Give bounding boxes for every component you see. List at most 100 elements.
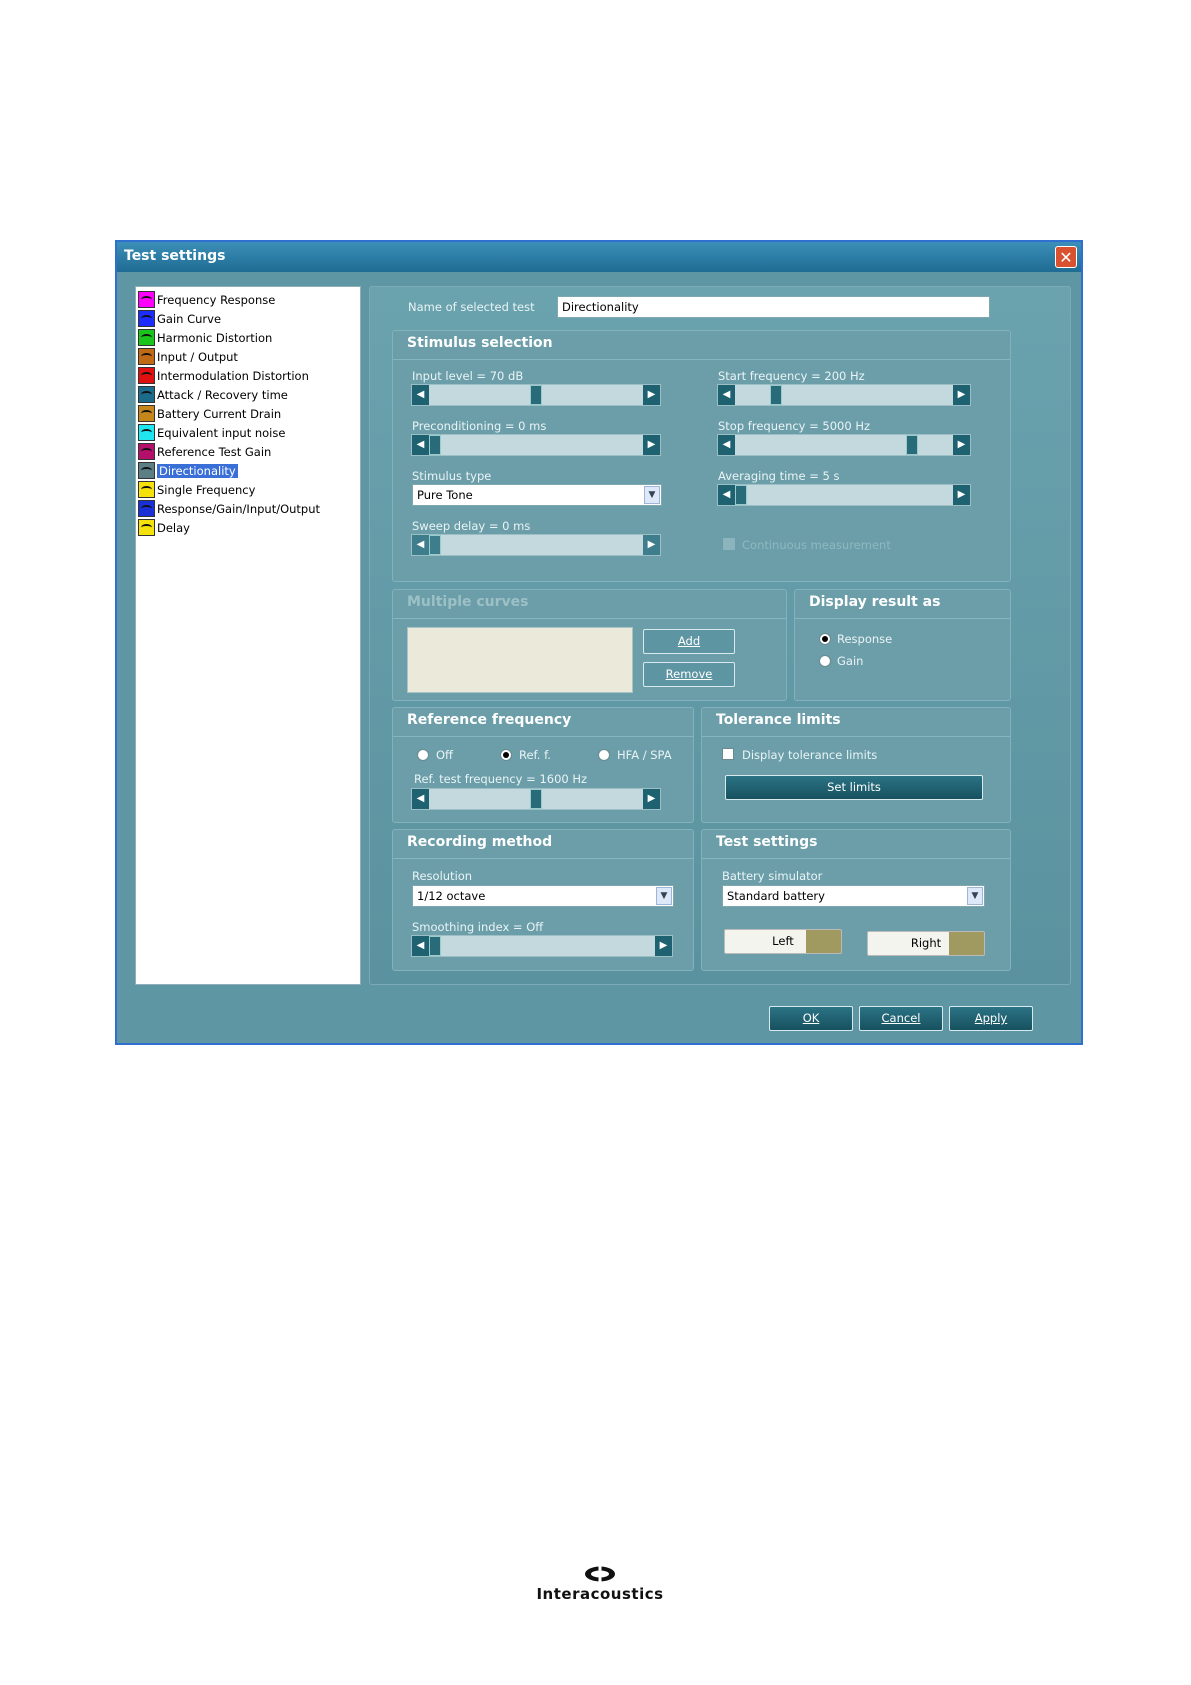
resolution-select[interactable]: 1/12 octave ▼ — [412, 885, 674, 907]
set-limits-button[interactable]: Set limits — [725, 775, 983, 800]
slider-thumb[interactable] — [905, 435, 918, 455]
right-arrow-icon[interactable]: ▶ — [953, 385, 970, 405]
test-type-icon — [138, 481, 155, 498]
slider-thumb[interactable] — [530, 385, 542, 405]
right-arrow-icon[interactable]: ▶ — [643, 385, 660, 405]
test-list-item[interactable]: Frequency Response — [138, 290, 275, 309]
test-list-item[interactable]: Gain Curve — [138, 309, 221, 328]
slider-thumb[interactable] — [429, 435, 441, 455]
stimulus-type-value: Pure Tone — [417, 488, 473, 502]
display-result-panel: Display result as Response Gain — [794, 589, 1011, 701]
resolution-label: Resolution — [412, 869, 473, 883]
display-tolerance-label: Display tolerance limits — [742, 748, 878, 762]
close-icon[interactable]: ✕ — [1055, 246, 1077, 268]
display-result-title: Display result as — [809, 594, 941, 610]
gain-label: Gain — [837, 654, 864, 668]
test-list-item[interactable]: Harmonic Distortion — [138, 328, 272, 347]
ok-button[interactable]: OK — [769, 1006, 853, 1031]
test-list-label: Attack / Recovery time — [157, 387, 288, 402]
left-arrow-icon[interactable]: ◀ — [412, 936, 429, 956]
input-level-slider[interactable]: ◀ ▶ — [411, 384, 661, 406]
recording-panel: Recording method Resolution 1/12 octave … — [392, 829, 694, 971]
test-list-label: Frequency Response — [157, 292, 276, 307]
test-list-item[interactable]: Single Frequency — [138, 480, 255, 499]
chevron-down-icon[interactable]: ▼ — [644, 486, 660, 504]
right-arrow-icon[interactable]: ▶ — [953, 435, 970, 455]
hfa-spa-radio[interactable] — [598, 749, 610, 761]
averaging-time-slider[interactable]: ◀ ▶ — [717, 484, 971, 506]
ref-f-radio[interactable] — [500, 749, 512, 761]
right-arrow-icon[interactable]: ▶ — [643, 535, 660, 555]
brand-name: Interacoustics — [536, 1585, 664, 1603]
right-arrow-icon[interactable]: ▶ — [643, 789, 660, 809]
test-list-item[interactable]: Response/Gain/Input/Output — [138, 499, 320, 518]
left-button[interactable]: Left — [724, 929, 842, 954]
chevron-down-icon[interactable]: ▼ — [656, 887, 672, 905]
test-list-item[interactable]: Attack / Recovery time — [138, 385, 288, 404]
add-button[interactable]: Add — [643, 629, 735, 654]
battery-simulator-label: Battery simulator — [722, 869, 823, 883]
brand-logo: Interacoustics — [525, 1565, 675, 1603]
smoothing-slider[interactable]: ◀ ▶ — [411, 935, 673, 957]
test-list-item[interactable]: Intermodulation Distortion — [138, 366, 309, 385]
test-list-item[interactable]: Delay — [138, 518, 190, 537]
test-list-label: Delay — [157, 520, 190, 535]
test-list-item[interactable]: Input / Output — [138, 347, 238, 366]
remove-button[interactable]: Remove — [643, 662, 735, 687]
test-list-item[interactable]: Equivalent input noise — [138, 423, 285, 442]
test-list-label: Intermodulation Distortion — [157, 368, 309, 383]
title-bar[interactable]: Test settings ✕ — [117, 242, 1081, 272]
left-arrow-icon[interactable]: ◀ — [412, 789, 429, 809]
stimulus-type-select[interactable]: Pure Tone ▼ — [412, 484, 662, 506]
slider-thumb[interactable] — [770, 385, 783, 405]
right-arrow-icon[interactable]: ▶ — [643, 435, 660, 455]
test-list-label: Equivalent input noise — [157, 425, 286, 440]
right-button[interactable]: Right — [867, 931, 985, 956]
stop-frequency-slider[interactable]: ◀ ▶ — [717, 434, 971, 456]
slider-thumb[interactable] — [429, 535, 441, 555]
test-type-icon — [138, 500, 155, 517]
slider-thumb[interactable] — [429, 936, 441, 956]
preconditioning-slider[interactable]: ◀ ▶ — [411, 434, 661, 456]
gain-radio[interactable] — [819, 655, 831, 667]
slider-thumb[interactable] — [735, 485, 747, 505]
sweep-delay-slider[interactable]: ◀ ▶ — [411, 534, 661, 556]
right-arrow-icon[interactable]: ▶ — [953, 485, 970, 505]
display-tolerance-checkbox[interactable] — [722, 748, 734, 760]
left-arrow-icon[interactable]: ◀ — [412, 385, 429, 405]
test-list-item[interactable]: Reference Test Gain — [138, 442, 271, 461]
ref-off-label: Off — [436, 748, 453, 762]
test-type-icon — [138, 519, 155, 536]
slider-thumb[interactable] — [530, 789, 542, 809]
chevron-down-icon[interactable]: ▼ — [967, 887, 983, 905]
apply-label: Apply — [974, 1011, 1008, 1025]
tolerance-panel: Tolerance limits Display tolerance limit… — [701, 707, 1011, 823]
apply-button[interactable]: Apply — [949, 1006, 1033, 1031]
test-settings-title: Test settings — [716, 834, 818, 850]
test-name-input[interactable]: Directionality — [557, 296, 990, 318]
left-arrow-icon[interactable]: ◀ — [718, 485, 735, 505]
cancel-button[interactable]: Cancel — [859, 1006, 943, 1031]
continuous-checkbox[interactable] — [723, 538, 735, 550]
add-label: Add — [677, 634, 701, 648]
left-arrow-icon[interactable]: ◀ — [718, 385, 735, 405]
test-type-icon — [138, 310, 155, 327]
test-list-item[interactable]: Directionality — [138, 461, 238, 480]
test-type-icon — [138, 405, 155, 422]
left-arrow-icon[interactable]: ◀ — [718, 435, 735, 455]
test-list-item[interactable]: Battery Current Drain — [138, 404, 281, 423]
start-frequency-slider[interactable]: ◀ ▶ — [717, 384, 971, 406]
curves-list[interactable] — [407, 627, 633, 693]
test-list[interactable]: Frequency Response Gain Curve Harmonic Dis… — [135, 286, 361, 985]
reference-frequency-title: Reference frequency — [407, 712, 572, 728]
ref-off-radio[interactable] — [417, 749, 429, 761]
ok-label: OK — [802, 1011, 820, 1025]
response-radio[interactable] — [819, 633, 831, 645]
smoothing-label: Smoothing index = Off — [412, 920, 544, 934]
left-arrow-icon[interactable]: ◀ — [412, 435, 429, 455]
battery-simulator-select[interactable]: Standard battery ▼ — [722, 885, 985, 907]
ref-test-frequency-slider[interactable]: ◀ ▶ — [411, 788, 661, 810]
left-arrow-icon[interactable]: ◀ — [412, 535, 429, 555]
right-arrow-icon[interactable]: ▶ — [655, 936, 672, 956]
resolution-value: 1/12 octave — [417, 889, 486, 903]
